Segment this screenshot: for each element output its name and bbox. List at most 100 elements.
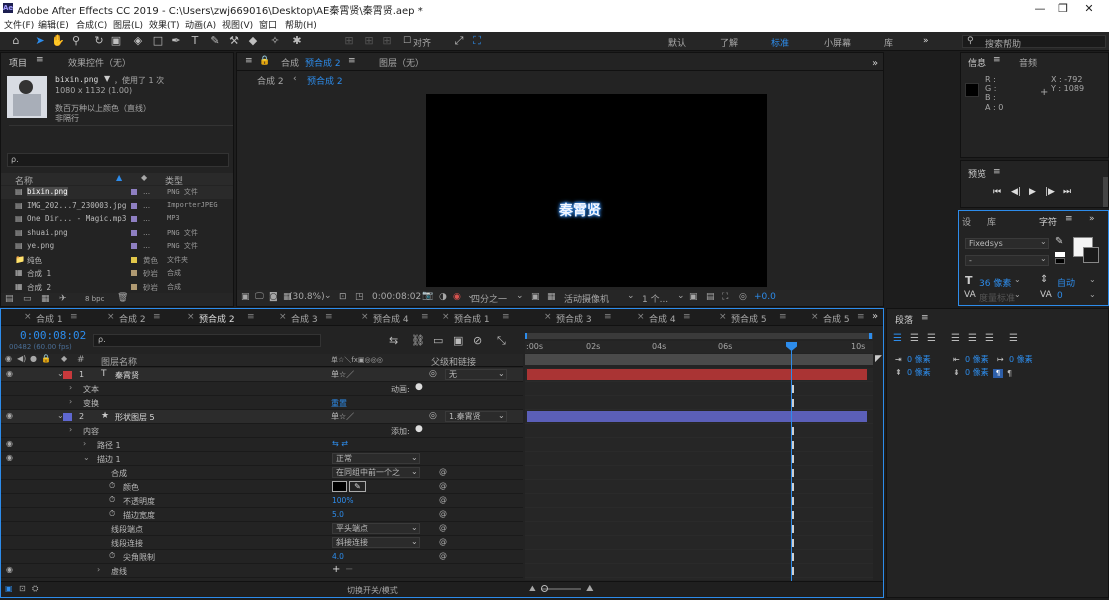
timeline-tab[interactable]: 预合成 3 [556, 312, 592, 325]
safe-zones-icon[interactable]: ⊡ [339, 292, 347, 302]
axis-world-icon[interactable]: ⊞ [362, 34, 376, 48]
display-icon[interactable]: 🖵 [255, 292, 264, 302]
snapshot-icon[interactable]: 📷 [422, 291, 433, 301]
align-center-icon[interactable]: ☰ [910, 333, 919, 344]
expression-pickwhip-icon[interactable]: @ [439, 495, 447, 504]
eye-icon[interactable]: ◉ [6, 565, 13, 574]
track-row[interactable] [525, 522, 873, 536]
keyframe-marker[interactable] [792, 427, 794, 435]
eye-icon[interactable]: ◉ [6, 453, 13, 462]
pan-behind-tool-icon[interactable]: ◈ [131, 34, 145, 48]
property-row[interactable]: › 变换 重置 [1, 396, 523, 410]
timeline-tab[interactable]: 预合成 2 [199, 312, 235, 325]
close-icon[interactable]: × [442, 312, 450, 322]
align-left-icon[interactable]: ☰ [893, 333, 902, 344]
layer-name[interactable]: 形状图层 5 [115, 412, 155, 423]
close-icon[interactable]: × [24, 312, 32, 322]
help-search-box[interactable]: ⚲ 搜索帮助 [962, 35, 1106, 50]
close-icon[interactable]: × [544, 312, 552, 322]
first-frame-icon[interactable]: ⏮ [993, 187, 1001, 197]
shy-layers-icon[interactable]: ▭ [433, 334, 443, 347]
track-row[interactable] [525, 536, 873, 550]
leading-value[interactable]: 自动 [1057, 276, 1075, 289]
label-swatch[interactable] [131, 243, 137, 249]
rotate-tool-icon[interactable]: ↻ [92, 34, 106, 48]
chevron-down-icon[interactable]: ⌄ [83, 453, 90, 462]
pickwhip-icon[interactable]: ◎ [429, 411, 437, 421]
track-row[interactable] [525, 564, 873, 578]
property-dropdown[interactable]: 在同组中前一个之 [332, 467, 420, 478]
space-before-value[interactable]: 0 像素 [907, 367, 931, 378]
label-swatch[interactable] [131, 189, 137, 195]
workspace-default[interactable]: 默认 [668, 36, 686, 49]
workspace-small-screen[interactable]: 小屏幕 [824, 36, 851, 49]
property-value[interactable]: 100% [332, 496, 353, 505]
eyedropper-icon[interactable]: ✎ [1055, 236, 1063, 247]
tab-settings[interactable]: 设 [962, 215, 971, 228]
indent-right-value[interactable]: 0 像素 [965, 354, 989, 365]
keyframe-marker[interactable] [792, 497, 794, 505]
font-size-value[interactable]: 36 像素 [979, 276, 1011, 289]
views-dropdown[interactable]: 1 个... [642, 292, 668, 305]
chevron-down-icon[interactable]: ⌄ [498, 369, 505, 378]
timeline-tab[interactable]: 预合成 1 [454, 312, 490, 325]
menu-window[interactable]: 窗口 [259, 18, 277, 31]
menu-icon[interactable]: ≡ [153, 312, 161, 322]
axis-local-icon[interactable]: ⊞ [342, 34, 356, 48]
track-row[interactable] [525, 508, 873, 522]
timeline-search-input[interactable]: ρ. [93, 334, 321, 347]
tab-library[interactable]: 库 [987, 215, 996, 228]
region-of-interest-icon[interactable]: ◳ [355, 292, 364, 302]
add-icon[interactable]: ● [415, 382, 423, 392]
zoom-dropdown[interactable]: (30.8%) [289, 292, 325, 302]
menu-file[interactable]: 文件(F) [4, 18, 34, 31]
layer-row[interactable]: ◉ 1 ⌄ T 秦霄贤 单☆／ ◎ 无 ⌄ [1, 368, 523, 382]
rectangle-tool-icon[interactable]: □ [151, 34, 165, 48]
draft-3d-icon[interactable]: ⛓ [411, 334, 425, 347]
keyframe-marker[interactable] [792, 553, 794, 561]
chevron-down-icon[interactable]: ⌄ [1014, 290, 1021, 299]
next-frame-icon[interactable]: |▶ [1045, 187, 1055, 197]
list-item[interactable]: 📁 纯色 黄色 文件夹 [1, 254, 233, 267]
chevron-down-icon[interactable]: ⌄ [1040, 254, 1047, 263]
track-row[interactable] [525, 382, 873, 396]
keyframe-marker[interactable] [792, 511, 794, 519]
sort-up-icon[interactable]: ▲ [116, 173, 122, 182]
work-area-bar[interactable] [525, 354, 873, 365]
layer-name[interactable]: 秦霄贤 [115, 370, 139, 381]
workspace-library[interactable]: 库 [884, 36, 893, 49]
property-row[interactable]: 线段连接 斜接连接 ⌄ @ [1, 536, 523, 550]
hand-tool-icon[interactable]: ✋ [51, 34, 65, 48]
property-row[interactable]: › 文本 ● 动画: [1, 382, 523, 396]
toggle-switches-modes[interactable]: 切换开关/模式 [347, 585, 398, 596]
list-item[interactable]: ▤ One Dir... - Magic.mp3... MP3 [1, 213, 233, 226]
chevron-down-icon[interactable]: ⌄ [516, 291, 524, 301]
breadcrumb-precomp2[interactable]: 预合成 2 [307, 74, 343, 87]
property-row[interactable]: ⏱ 不透明度 100% @ [1, 494, 523, 508]
tab-paragraph[interactable]: 段落 [895, 313, 913, 326]
expression-pickwhip-icon[interactable]: @ [439, 551, 447, 560]
panel-more-icon[interactable]: » [1089, 214, 1095, 224]
chevron-right-icon[interactable]: › [69, 383, 72, 392]
justify-all-icon[interactable]: ☰ [1009, 333, 1018, 344]
prev-frame-icon[interactable]: ◀| [1011, 187, 1021, 197]
font-family-dropdown[interactable]: Fixedsys [965, 238, 1049, 249]
close-icon[interactable]: × [107, 312, 115, 322]
track-row[interactable] [525, 396, 873, 410]
camera-tool-icon[interactable]: ▣ [109, 34, 123, 48]
property-dropdown[interactable]: 平头端点 [332, 523, 420, 534]
stopwatch-icon[interactable]: ⏱ [109, 551, 115, 561]
chevron-down-icon[interactable]: ⌄ [1014, 275, 1021, 284]
close-icon[interactable]: × [719, 312, 727, 322]
track-row[interactable] [525, 368, 873, 382]
interpret-footage-icon[interactable]: ▤ [5, 294, 14, 304]
stopwatch-icon[interactable]: ⏱ [109, 509, 115, 519]
add-icon[interactable]: ● [415, 424, 423, 434]
track-row[interactable] [525, 480, 873, 494]
label-icon[interactable]: ◆ [141, 173, 147, 182]
menu-icon[interactable]: ≡ [993, 167, 1001, 177]
track-row[interactable] [525, 424, 873, 438]
composition-canvas[interactable]: 秦霄贤 [426, 94, 767, 287]
add-dash-icon[interactable]: + [332, 564, 340, 575]
tab-composition[interactable]: 预合成 2 [305, 56, 341, 69]
